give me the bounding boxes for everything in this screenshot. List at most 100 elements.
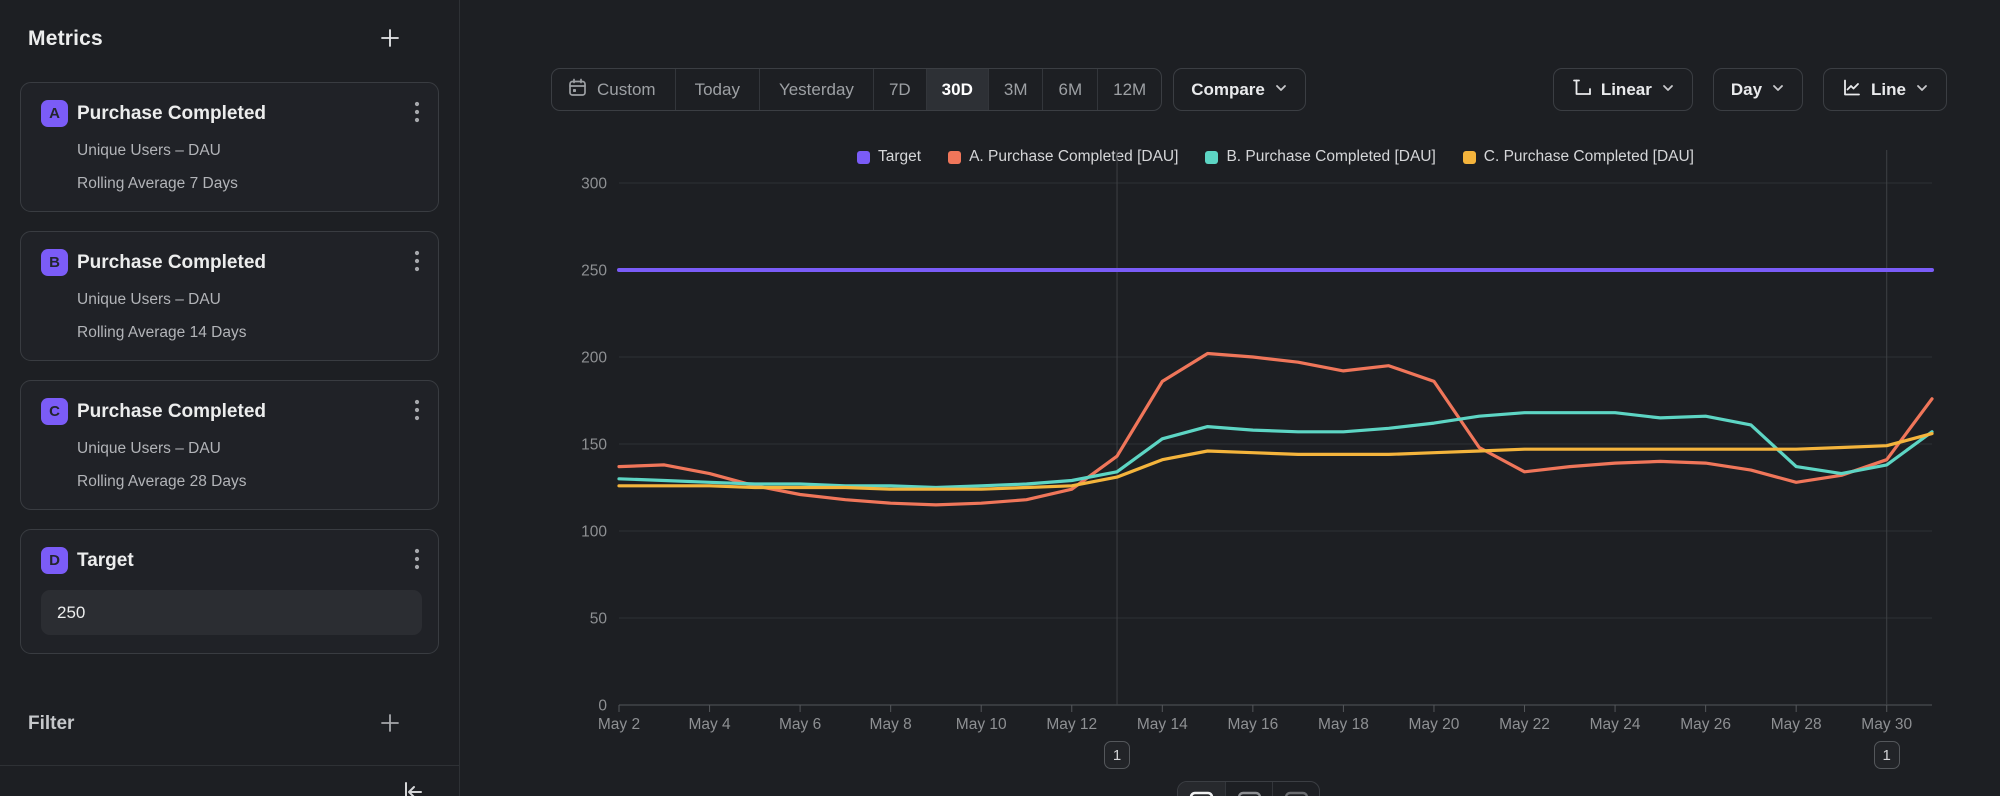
series-line-C [619,434,1932,490]
metric-card-c[interactable]: C Purchase Completed Unique Users – DAU … [20,380,439,510]
range-yesterday-button[interactable]: Yesterday [759,69,873,110]
metric-card-head: A Purchase Completed [41,100,422,127]
chart-panel: Custom Today Yesterday 7D 30D 3M 6M 12M … [460,0,2000,796]
legend-item-B[interactable]: B. Purchase Completed [DAU] [1205,148,1435,166]
line-chart-icon [1841,77,1862,103]
y-axis-label: 0 [598,698,607,715]
target-title: Target [77,550,412,572]
chevron-down-icon [1274,80,1288,100]
metric-badge: B [41,249,68,276]
metrics-header: Metrics [20,26,439,52]
x-axis-label: May 12 [1046,716,1097,733]
x-axis-label: May 14 [1137,716,1188,733]
metric-menu-button[interactable] [412,545,422,576]
metric-rolling-average: Rolling Average 7 Days [77,175,422,193]
scale-label: Linear [1601,80,1652,100]
chart-view-toggle[interactable] [1178,782,1225,796]
x-axis-label: May 2 [598,716,640,733]
legend-item-target[interactable]: Target [857,148,921,166]
legend-swatch [1205,151,1218,164]
y-axis-label: 300 [581,176,607,193]
metric-rolling-average: Rolling Average 28 Days [77,473,422,491]
breakdown-view-toggle[interactable] [1272,782,1319,796]
plus-icon [379,27,401,52]
metric-card-a[interactable]: A Purchase Completed Unique Users – DAU … [20,82,439,212]
plus-icon [379,712,401,737]
range-today-button[interactable]: Today [675,69,759,110]
add-metric-button[interactable] [377,25,403,54]
metric-measure: Unique Users – DAU [77,291,422,309]
metric-card-b[interactable]: B Purchase Completed Unique Users – DAU … [20,231,439,361]
range-12m-button[interactable]: 12M [1097,69,1161,110]
chevron-down-icon [1915,80,1929,100]
metric-measure: Unique Users – DAU [77,440,422,458]
x-axis-label: May 30 [1861,716,1912,733]
kebab-icon [414,100,420,127]
range-30d-button[interactable]: 30D [926,69,988,110]
legend-item-A[interactable]: A. Purchase Completed [DAU] [948,148,1178,166]
compare-label: Compare [1191,80,1265,100]
range-7d-button[interactable]: 7D [873,69,926,110]
metric-rolling-average: Rolling Average 14 Days [77,324,422,342]
legend-swatch [857,151,870,164]
metrics-sidebar: Metrics A Purchase Completed Unique User… [0,0,460,796]
view-toggle-group [1177,781,1320,796]
table-view-icon [1237,791,1262,796]
annotation-chip[interactable]: 1 [1874,741,1900,769]
legend-label: Target [878,148,921,166]
metric-title: Purchase Completed [77,401,412,423]
x-axis-label: May 16 [1227,716,1278,733]
chart-type-select-button[interactable]: Line [1823,68,1947,111]
metric-menu-button[interactable] [412,98,422,129]
range-custom-button[interactable]: Custom [552,69,675,110]
metric-card-head: C Purchase Completed [41,398,422,425]
metric-measure: Unique Users – DAU [77,142,422,160]
legend-swatch [1463,151,1476,164]
legend-item-C[interactable]: C. Purchase Completed [DAU] [1463,148,1694,166]
date-range-controls: Custom Today Yesterday 7D 30D 3M 6M 12M … [551,68,1306,111]
add-filter-button[interactable] [377,710,403,739]
chart-legend: Target A. Purchase Completed [DAU] B. Purc… [619,147,1932,167]
metrics-title: Metrics [28,27,103,51]
target-value-input[interactable] [41,590,422,635]
table-view-toggle[interactable] [1225,782,1272,796]
interval-label: Day [1731,80,1762,100]
range-label: 7D [889,80,911,100]
calendar-icon [567,77,588,103]
metric-menu-button[interactable] [412,396,422,427]
x-axis-label: May 10 [956,716,1007,733]
chart-type-label: Line [1871,80,1906,100]
range-label: Custom [597,80,656,100]
line-chart: 050100150200250300May 2May 4May 6May 8Ma… [460,0,2000,796]
sidebar-divider [0,765,459,766]
scale-select-button[interactable]: Linear [1553,68,1693,111]
compare-button[interactable]: Compare [1173,68,1306,111]
x-axis-label: May 18 [1318,716,1369,733]
target-card[interactable]: D Target [20,529,439,654]
x-axis-label: May 26 [1680,716,1731,733]
annotation-chip[interactable]: 1 [1104,741,1130,769]
range-label: 12M [1113,80,1146,100]
target-card-head: D Target [41,547,422,574]
series-line-B [619,413,1932,488]
interval-select-button[interactable]: Day [1713,68,1803,111]
metric-menu-button[interactable] [412,247,422,278]
filter-section: Filter [20,711,439,737]
date-range-segmented-control: Custom Today Yesterday 7D 30D 3M 6M 12M [551,68,1162,111]
x-axis-label: May 22 [1499,716,1550,733]
x-axis-label: May 4 [688,716,731,733]
filter-title: Filter [28,713,74,735]
chart-display-controls: Linear Day Line [1553,68,1947,111]
collapse-sidebar-button[interactable] [397,777,427,796]
range-3m-button[interactable]: 3M [988,69,1043,110]
legend-label: A. Purchase Completed [DAU] [969,148,1178,166]
linear-axis-icon [1571,77,1592,103]
y-axis-label: 100 [581,524,607,541]
legend-swatch [948,151,961,164]
chevron-down-icon [1661,80,1675,100]
legend-label: B. Purchase Completed [DAU] [1226,148,1435,166]
range-label: Today [695,80,740,100]
x-axis-label: May 6 [779,716,821,733]
range-6m-button[interactable]: 6M [1042,69,1097,110]
y-axis-label: 50 [590,611,608,628]
